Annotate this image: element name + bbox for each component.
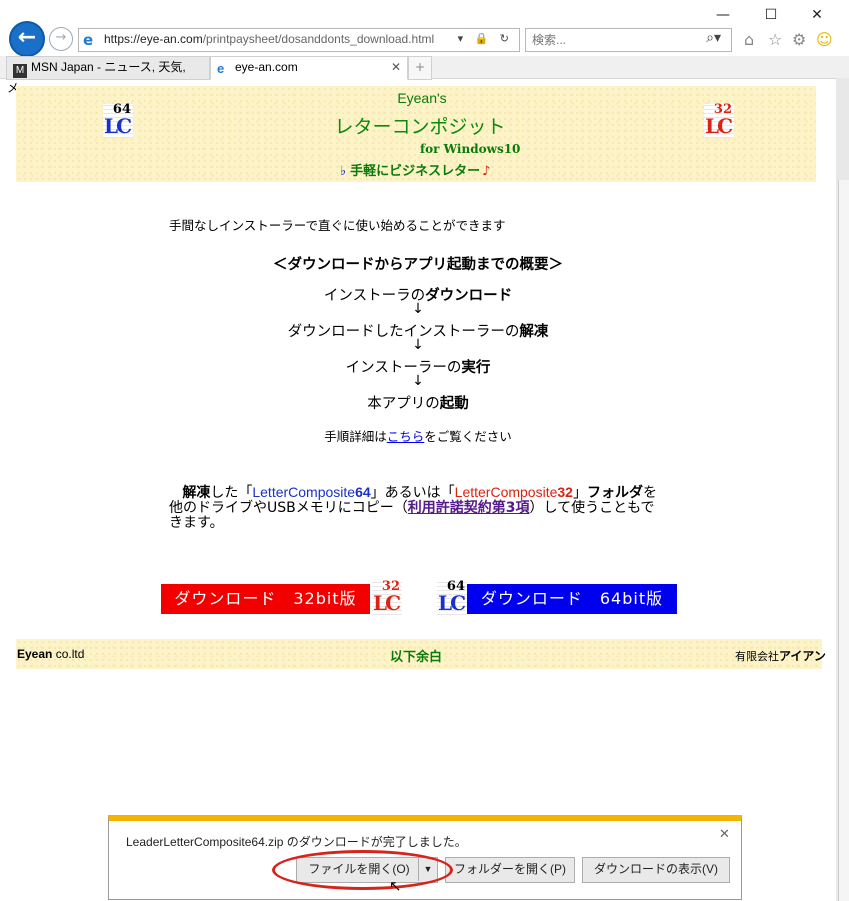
view-downloads-button[interactable]: ダウンロードの表示(V) <box>582 857 730 883</box>
detail-link[interactable]: こちら <box>387 429 425 444</box>
lc64-logo-icon: 64 LC <box>437 579 467 615</box>
forward-arrow-icon: → <box>55 30 67 45</box>
back-button[interactable]: ← <box>9 21 45 57</box>
footer-end-text: 以下余白 <box>390 650 443 665</box>
music-note-icon: ♪ <box>482 164 491 179</box>
overview-title: ＜ダウンロードからアプリ起動までの概要＞ <box>273 257 563 273</box>
minimize-button[interactable]: — <box>700 0 746 30</box>
highlight-ring-annotation <box>272 850 453 890</box>
footer-company-en: Eyean co.ltd <box>17 647 85 661</box>
mouse-cursor-icon: ↖ <box>389 877 402 895</box>
new-tab-button[interactable]: + <box>408 56 432 80</box>
favorites-star-icon[interactable]: ☆ <box>768 30 782 49</box>
tagline: ♭ 手軽にビジネスレター ♪ <box>340 164 491 179</box>
brand-name: Eyean's <box>397 90 447 106</box>
close-window-button[interactable]: ✕ <box>794 0 840 30</box>
for-windows-label: for Windows10 <box>420 142 521 156</box>
footer-company-jp: 有限会社アイアン <box>735 649 826 663</box>
tab-eye-an[interactable]: e eye-an.com ✕ <box>210 56 408 80</box>
download-32bit-button[interactable]: ダウンロード 32bit版 <box>161 584 370 614</box>
copy-instruction-paragraph: 解凍した「LetterComposite64」あるいは「LetterCompos… <box>169 484 657 531</box>
license-clause-link[interactable]: 利用許諾契約第3項 <box>408 500 530 516</box>
detail-line: 手順詳細はこちらをご覧ください <box>324 429 512 444</box>
url-text: https://eye-an.com/printpaysheet/dosandd… <box>104 32 435 46</box>
search-input[interactable] <box>530 31 694 49</box>
search-box[interactable]: ⌕▾ <box>525 28 732 52</box>
download-64bit-button[interactable]: ダウンロード 64bit版 <box>467 584 677 614</box>
lc32-logo-icon: 32 LC <box>704 102 734 138</box>
notification-close-icon[interactable]: ✕ <box>719 827 730 842</box>
search-icon[interactable]: ⌕▾ <box>706 30 721 46</box>
download-complete-message: LeaderLetterComposite64.zip のダウンロードが完了しま… <box>126 835 467 849</box>
address-tools-icons[interactable]: ▾ 🔒 ↻ <box>458 32 513 45</box>
intro-text: 手間なしインストーラーで直ぐに使い始めることができます <box>169 218 506 233</box>
msn-favicon-icon: M <box>13 64 27 78</box>
step-arrow: ↓ <box>412 373 424 389</box>
step-launch: 本アプリの起動 <box>367 396 469 412</box>
address-bar[interactable]: e https://eye-an.com/printpaysheet/dosan… <box>78 28 520 52</box>
lc32-logo-icon: 32 LC <box>372 579 402 615</box>
app-title: レターコンポジット <box>334 116 506 138</box>
ie-logo-icon: e <box>83 31 94 49</box>
ie-favicon-icon: e <box>217 61 225 76</box>
flat-note-icon: ♭ <box>340 164 347 179</box>
back-arrow-icon: ← <box>17 25 37 50</box>
new-tab-icon: + <box>414 60 426 74</box>
lc64-logo-icon: 64 LC <box>103 102 133 138</box>
maximize-button[interactable]: ☐ <box>748 0 794 30</box>
settings-gear-icon[interactable]: ⚙ <box>792 30 806 49</box>
tab-msn[interactable]: MMSN Japan - ニュース, 天気, メ... <box>6 56 210 95</box>
forward-button[interactable]: → <box>49 27 73 51</box>
step-arrow: ↓ <box>412 337 424 353</box>
tab-close-icon[interactable]: ✕ <box>391 57 401 78</box>
home-icon[interactable]: ⌂ <box>744 30 754 49</box>
smiley-feedback-icon[interactable]: ☺ <box>816 30 833 49</box>
step-arrow: ↓ <box>412 301 424 317</box>
desktop-edge <box>838 180 849 901</box>
open-folder-button[interactable]: フォルダーを開く(P) <box>445 857 575 883</box>
